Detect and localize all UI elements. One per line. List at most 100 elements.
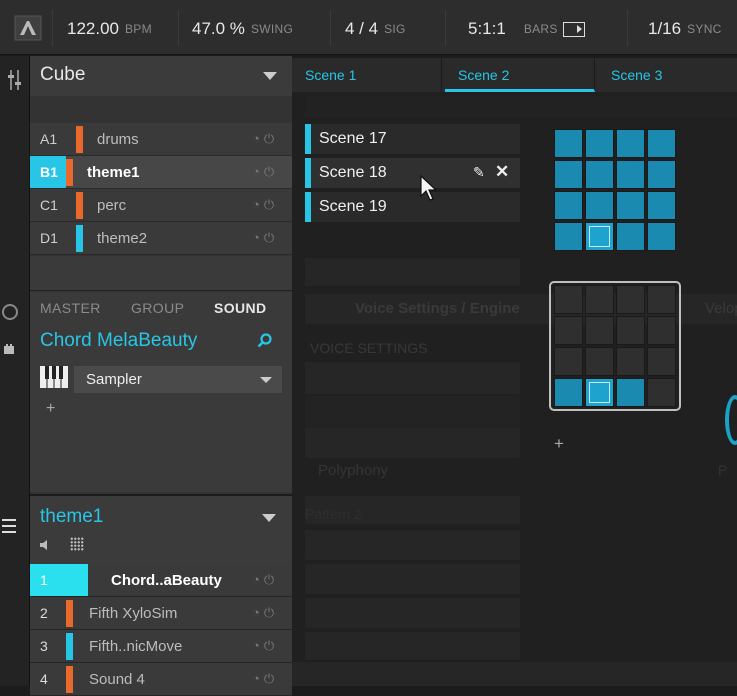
pad[interactable] bbox=[585, 316, 614, 345]
group-row-b1[interactable]: B1 theme1 ◔⏻ bbox=[30, 156, 292, 189]
logo-icon[interactable] bbox=[14, 15, 42, 41]
voice-settings-label: Voice Settings / Engine bbox=[355, 300, 520, 317]
solo-mute-icon[interactable]: ◔⏻ bbox=[252, 131, 292, 147]
edit-icon[interactable]: ✎ bbox=[473, 164, 485, 181]
group-row-c1[interactable]: C1 perc ◔⏻ bbox=[30, 189, 292, 222]
tab-scene-2[interactable]: Scene 2 bbox=[445, 58, 595, 92]
pad[interactable] bbox=[616, 129, 645, 158]
chevron-down-icon[interactable] bbox=[262, 514, 276, 522]
solo-mute-icon[interactable]: ◔⏻ bbox=[252, 572, 292, 588]
signature-field[interactable]: 4 / 4 SIG bbox=[345, 14, 406, 44]
tab-scene-3[interactable]: Scene 3 bbox=[598, 58, 737, 92]
swing-unit: SWING bbox=[250, 22, 294, 36]
mixer-icon[interactable] bbox=[8, 70, 22, 90]
pad[interactable] bbox=[616, 378, 645, 407]
pad[interactable] bbox=[647, 129, 676, 158]
pad[interactable] bbox=[585, 129, 614, 158]
project-header[interactable]: Cube bbox=[30, 56, 292, 96]
pad[interactable] bbox=[647, 222, 676, 251]
sound-color-bar bbox=[66, 599, 73, 627]
pad[interactable] bbox=[647, 347, 676, 376]
scene-item-18[interactable]: Scene 18 ✎ ✕ bbox=[305, 158, 520, 188]
sound-name: Fifth..nicMove bbox=[89, 637, 183, 655]
solo-mute-icon[interactable]: ◔⏻ bbox=[252, 605, 292, 621]
pad[interactable] bbox=[647, 191, 676, 220]
sound-row-4[interactable]: 4 Sound 4 ◔⏻ bbox=[30, 663, 292, 696]
sound-color-bar bbox=[88, 567, 95, 594]
group-row-a1[interactable]: A1 drums ◔⏻ bbox=[30, 123, 292, 156]
plugin-slot[interactable]: Sampler bbox=[74, 366, 282, 393]
pad[interactable] bbox=[647, 378, 676, 407]
solo-mute-icon[interactable]: ◔⏻ bbox=[252, 164, 292, 180]
position-unit: BARS bbox=[523, 22, 558, 36]
pad[interactable] bbox=[585, 160, 614, 189]
group-panel-title: theme1 bbox=[40, 506, 104, 527]
grid-field[interactable]: 1/16 SYNC bbox=[648, 14, 722, 44]
pad[interactable] bbox=[554, 378, 583, 407]
pad[interactable] bbox=[616, 222, 645, 251]
group-name: drums bbox=[97, 130, 139, 148]
group-color-bar bbox=[76, 224, 83, 252]
plug-icon[interactable] bbox=[4, 344, 14, 358]
pad[interactable] bbox=[585, 285, 614, 314]
pad[interactable] bbox=[585, 222, 614, 251]
grid-icon[interactable] bbox=[70, 537, 84, 551]
pad[interactable] bbox=[585, 191, 614, 220]
sound-row-1[interactable]: 1 Chord..aBeauty ◔⏻ bbox=[30, 564, 292, 597]
add-scene-button[interactable]: + bbox=[554, 434, 564, 454]
list-icon[interactable] bbox=[2, 518, 16, 534]
sound-number: 4 bbox=[40, 671, 48, 687]
settings-icon[interactable] bbox=[2, 304, 18, 320]
pad[interactable] bbox=[554, 191, 583, 220]
solo-mute-icon[interactable]: ◔⏻ bbox=[252, 197, 292, 213]
swing-value: 47.0 % bbox=[192, 19, 245, 38]
tab-scene-1[interactable]: Scene 1 bbox=[292, 58, 442, 92]
chevron-down-icon[interactable] bbox=[260, 376, 272, 383]
pad-grid-focus bbox=[554, 285, 678, 409]
swing-field[interactable]: 47.0 % SWING bbox=[192, 14, 293, 44]
pad[interactable] bbox=[616, 285, 645, 314]
keyboard-icon bbox=[40, 366, 68, 388]
group-row-d1[interactable]: D1 theme2 ◔⏻ bbox=[30, 222, 292, 255]
sound-row-3[interactable]: 3 Fifth..nicMove ◔⏻ bbox=[30, 630, 292, 663]
preset-name[interactable]: Chord MelaBeauty bbox=[40, 330, 197, 352]
pad[interactable] bbox=[554, 129, 583, 158]
add-plugin-button[interactable]: + bbox=[46, 400, 55, 418]
solo-mute-icon[interactable]: ◔⏻ bbox=[252, 671, 292, 687]
search-icon[interactable] bbox=[257, 333, 272, 348]
pad[interactable] bbox=[554, 222, 583, 251]
solo-mute-icon[interactable]: ◔⏻ bbox=[252, 230, 292, 246]
grid-unit: SYNC bbox=[687, 22, 722, 36]
tab-group[interactable]: GROUP bbox=[131, 300, 184, 316]
pad[interactable] bbox=[616, 347, 645, 376]
pad[interactable] bbox=[585, 378, 614, 407]
scene-item-19[interactable]: Scene 19 bbox=[305, 192, 520, 222]
pad[interactable] bbox=[585, 347, 614, 376]
scene-item-17[interactable]: Scene 17 bbox=[305, 124, 520, 154]
group-name: theme2 bbox=[97, 229, 148, 247]
pad[interactable] bbox=[554, 160, 583, 189]
sound-row-2[interactable]: 2 Fifth XyloSim ◔⏻ bbox=[30, 597, 292, 630]
speaker-icon[interactable] bbox=[40, 538, 52, 550]
sound-name: Fifth XyloSim bbox=[89, 604, 178, 622]
tab-master[interactable]: MASTER bbox=[40, 300, 101, 316]
pad[interactable] bbox=[554, 285, 583, 314]
pad[interactable] bbox=[616, 191, 645, 220]
pad[interactable] bbox=[554, 347, 583, 376]
position-field[interactable]: 5:1:1 BARS bbox=[468, 14, 585, 44]
chevron-down-icon[interactable] bbox=[263, 72, 277, 80]
pad[interactable] bbox=[616, 160, 645, 189]
pad[interactable] bbox=[647, 160, 676, 189]
solo-mute-icon[interactable]: ◔⏻ bbox=[252, 638, 292, 654]
tempo-field[interactable]: 122.00 BPM bbox=[67, 14, 152, 44]
close-icon[interactable]: ✕ bbox=[495, 162, 509, 182]
pad[interactable] bbox=[554, 316, 583, 345]
group-id: B1 bbox=[30, 156, 66, 188]
pad[interactable] bbox=[647, 316, 676, 345]
pad[interactable] bbox=[647, 285, 676, 314]
pad[interactable] bbox=[616, 316, 645, 345]
voice-settings-header: VOICE SETTINGS bbox=[310, 340, 428, 356]
follow-icon[interactable] bbox=[562, 21, 585, 37]
sound-number: 3 bbox=[40, 638, 48, 654]
tab-sound[interactable]: SOUND bbox=[214, 300, 267, 316]
